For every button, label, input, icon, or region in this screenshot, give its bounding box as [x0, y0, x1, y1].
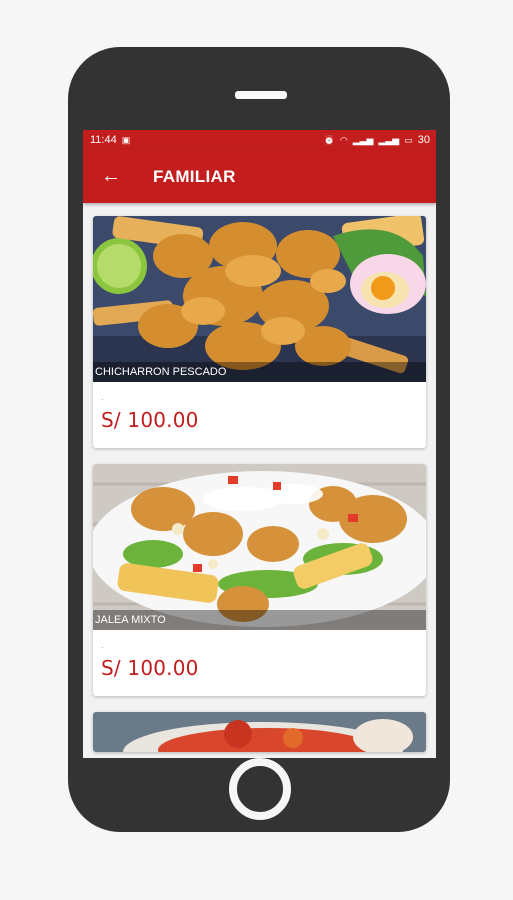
product-card-partial[interactable] — [93, 712, 426, 752]
battery-level: 30 — [417, 134, 430, 146]
app-bar: ← FAMILIAR — [83, 150, 436, 203]
phone-speaker — [235, 91, 287, 99]
app-screen: 11:44 ▣ ⏰ ◠ ▂▃▅ ▂▃▅ ▭ 30 ← FAMILIAR CHIC… — [83, 130, 436, 758]
back-arrow-icon[interactable]: ← — [101, 165, 137, 188]
mockup-stage: 11:44 ▣ ⏰ ◠ ▂▃▅ ▂▃▅ ▭ 30 ← FAMILIAR CHIC… — [0, 0, 513, 900]
product-list: CHICHARRON PESCADO . S/ 100.00 JALEA MIX… — [83, 203, 436, 752]
home-button[interactable] — [229, 758, 291, 820]
alarm-icon: ⏰ — [323, 134, 335, 145]
gallery-icon: ▣ — [121, 134, 131, 145]
wifi-icon: ◠ — [339, 134, 348, 145]
product-name: JALEA MIXTO — [93, 610, 426, 630]
status-time: 11:44 — [90, 134, 117, 146]
product-image: CHICHARRON PESCADO — [93, 216, 426, 382]
product-price: S/ 100.00 — [101, 408, 199, 432]
product-price: S/ 100.00 — [101, 656, 199, 680]
phone-frame: 11:44 ▣ ⏰ ◠ ▂▃▅ ▂▃▅ ▭ 30 ← FAMILIAR CHIC… — [68, 47, 450, 832]
product-image — [93, 712, 426, 752]
battery-icon: ▭ — [404, 134, 413, 145]
page-title: FAMILIAR — [153, 166, 236, 186]
product-description: . — [101, 640, 104, 650]
product-name: CHICHARRON PESCADO — [93, 362, 426, 382]
signal-icon: ▂▃▅ — [352, 134, 374, 145]
signal-icon-2: ▂▃▅ — [378, 134, 400, 145]
status-bar: 11:44 ▣ ⏰ ◠ ▂▃▅ ▂▃▅ ▭ 30 — [83, 130, 436, 150]
product-description: . — [101, 392, 104, 402]
product-card[interactable]: JALEA MIXTO . S/ 100.00 — [93, 464, 426, 696]
product-image: JALEA MIXTO — [93, 464, 426, 630]
product-card[interactable]: CHICHARRON PESCADO . S/ 100.00 — [93, 216, 426, 448]
